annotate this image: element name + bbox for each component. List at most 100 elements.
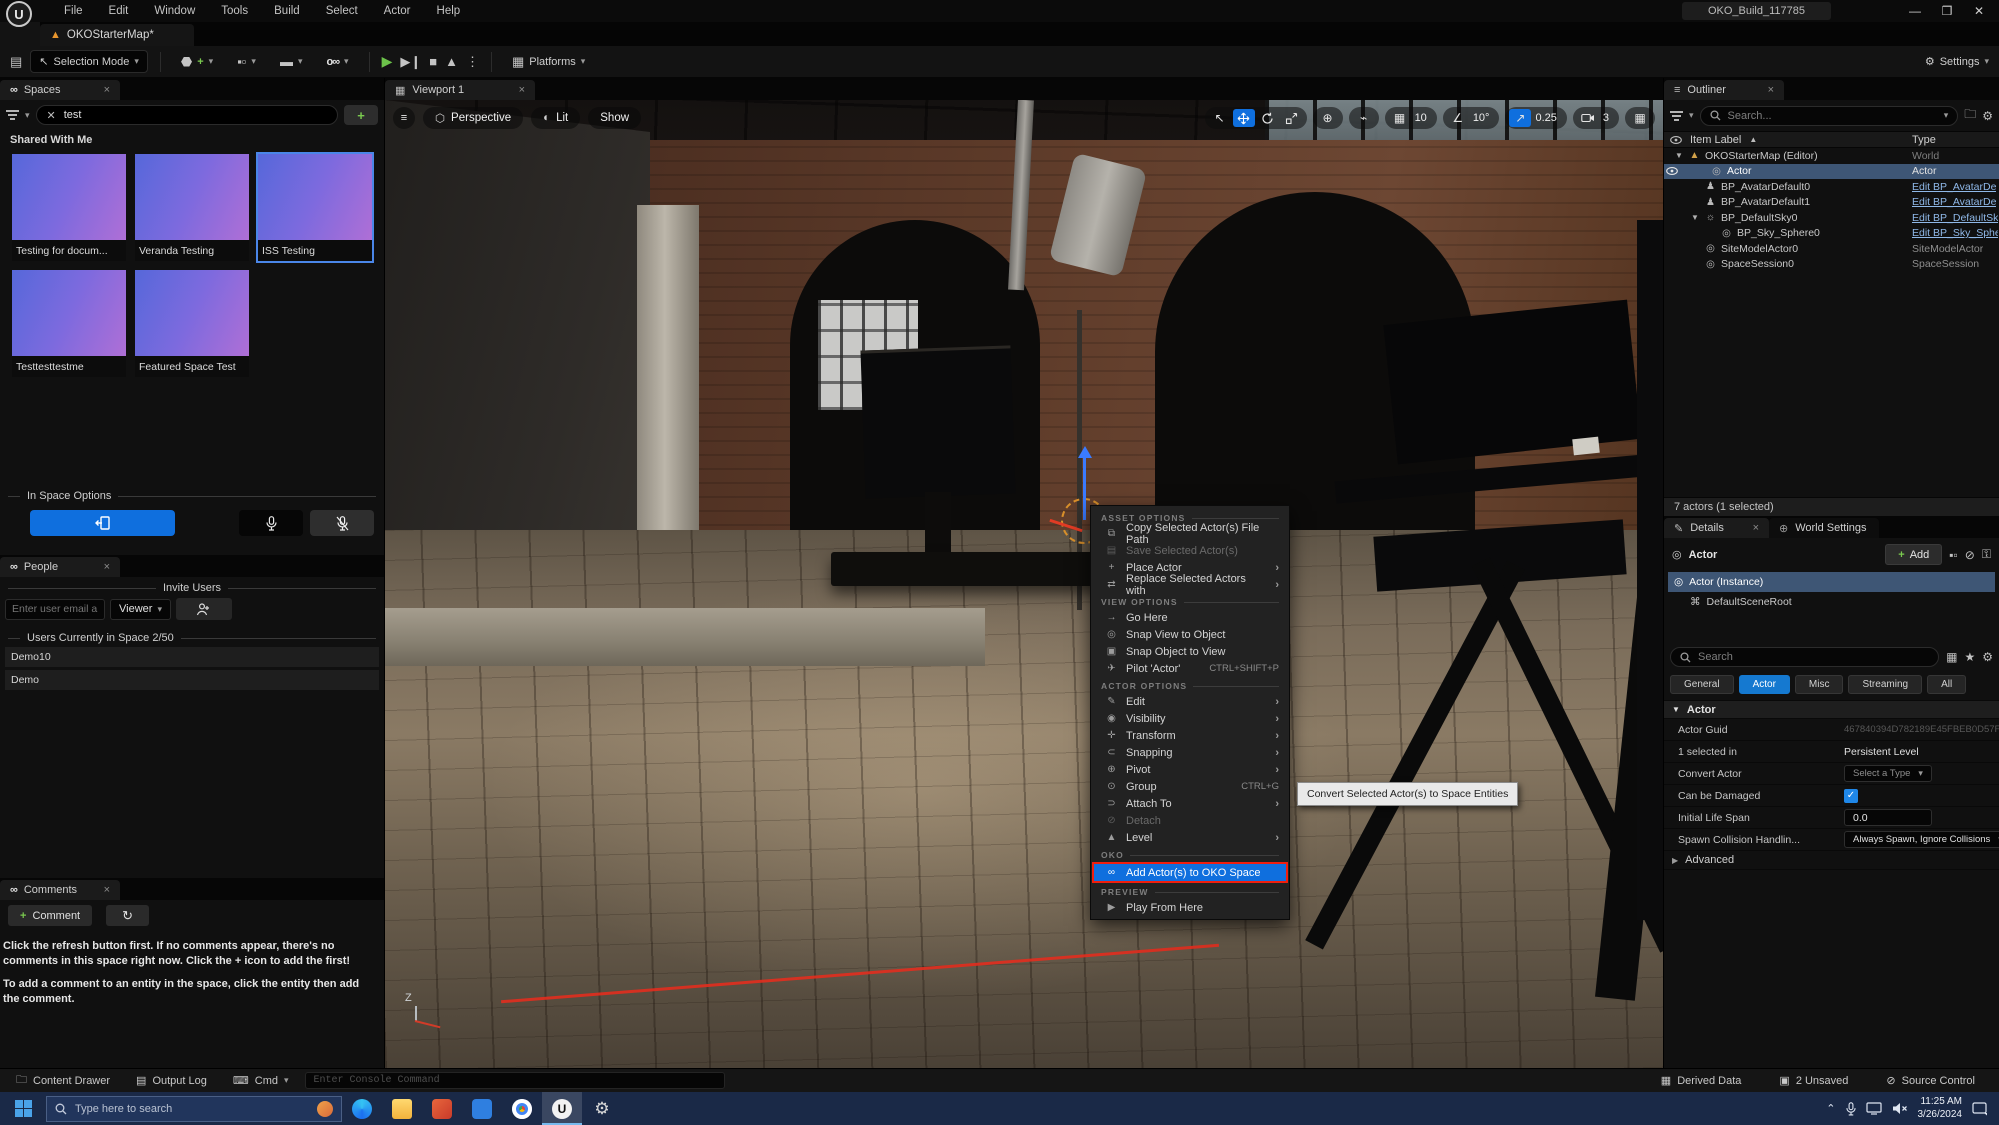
menu-item-level[interactable]: ▲Level› [1091,829,1289,846]
filter-misc[interactable]: Misc [1795,675,1844,694]
tray-expand-icon[interactable]: ⌃ [1826,1102,1835,1115]
filter-icon[interactable] [1670,109,1683,123]
taskbar-clock[interactable]: 11:25 AM 3/26/2024 [1918,1096,1963,1121]
taskbar-photos-icon[interactable] [422,1092,462,1125]
tray-volume-muted-icon[interactable] [1892,1102,1908,1115]
menu-file[interactable]: File [52,2,95,20]
initial-life-span-input[interactable]: 0.0 [1844,809,1932,826]
tab-viewport-1[interactable]: ▦ Viewport 1 × [385,80,535,100]
refresh-comments-button[interactable]: ↻ [106,905,149,926]
menu-actor[interactable]: Actor [372,2,423,20]
taskbar-file-explorer-icon[interactable] [382,1092,422,1125]
column-type[interactable]: Type [1912,134,1936,146]
spawn-collision-dropdown[interactable]: Always Spawn, Ignore Collisions ▾ [1844,831,1999,848]
rotation-snap-value[interactable]: 10° [1471,112,1496,124]
settings-dropdown[interactable]: ⚙ Settings ▾ [1925,55,1989,68]
menu-item-transform[interactable]: ✛Transform› [1091,727,1289,744]
menu-window[interactable]: Window [142,2,207,20]
selection-mode-dropdown[interactable]: ↖ Selection Mode ▾ [30,50,148,73]
tab-people[interactable]: ∞ People × [0,557,120,577]
leave-space-button[interactable] [30,510,175,536]
details-search-input[interactable]: Search [1670,647,1939,667]
maximize-viewport-toggle[interactable]: ▦ [1629,109,1651,127]
rotation-snap-toggle[interactable]: ∠ [1447,109,1469,127]
column-item-label[interactable]: Item Label [1690,134,1741,146]
menu-item-edit[interactable]: ✎Edit› [1091,693,1289,710]
select-tool[interactable]: ↖ [1209,109,1231,127]
outliner-row-skysphere[interactable]: ◎ BP_Sky_Sphere0 Edit BP_Sky_Sphe [1664,226,1999,242]
scale-tool[interactable] [1281,109,1303,127]
eye-icon[interactable] [1666,167,1678,175]
add-comment-button[interactable]: + Comment [8,905,92,926]
invite-email-field[interactable] [5,599,105,620]
output-log-button[interactable]: ▤ Output Log [126,1071,217,1090]
derived-data-button[interactable]: ▦ Derived Data [1651,1071,1752,1090]
new-folder-icon[interactable]: 🗀 [1964,105,1976,126]
maximize-button[interactable]: ❒ [1933,4,1961,18]
menu-help[interactable]: Help [425,2,473,20]
tab-details[interactable]: ✎ Details × [1664,518,1769,538]
gear-icon[interactable]: ⚙ [1982,109,1993,123]
menu-item-add-actor-to-oko-space[interactable]: ∞Add Actor(s) to OKO Space [1092,862,1288,883]
details-advanced-section[interactable]: ▶ Advanced [1664,851,1999,870]
add-component-button[interactable]: + Add [1885,544,1942,565]
grid-snap-value[interactable]: 10 [1413,112,1433,124]
menu-tools[interactable]: Tools [209,2,260,20]
outliner-row-avatar1[interactable]: ♟ BP_AvatarDefault1 Edit BP_AvatarDe [1664,195,1999,211]
details-section-actor[interactable]: ▼ Actor [1664,700,1999,719]
taskbar-edge-icon[interactable] [342,1092,382,1125]
space-card[interactable]: Testing for docum... [12,154,126,261]
chevron-down-icon[interactable]: ▾ [25,110,30,121]
surface-snap-toggle[interactable]: ⌁ [1353,109,1375,127]
close-button[interactable]: ✕ [1965,4,1993,18]
add-space-button[interactable]: + [344,105,378,125]
outliner-row-defaultsky[interactable]: ▼☼ BP_DefaultSky0 Edit BP_DefaultSk [1664,210,1999,226]
minimize-button[interactable]: — [1901,4,1929,18]
perspective-dropdown[interactable]: ⬡ Perspective [423,107,523,129]
platforms-dropdown[interactable]: ▦ Platforms ▾ [504,50,593,74]
actor-instance-row[interactable]: ◎ Actor (Instance) [1668,572,1995,592]
lit-dropdown[interactable]: ◐ Lit [531,107,580,129]
tray-mic-icon[interactable] [1846,1102,1856,1116]
rotate-tool[interactable] [1257,109,1279,127]
cinematics-dropdown[interactable]: ▬▾ [272,50,311,73]
filter-all[interactable]: All [1927,675,1966,694]
menu-build[interactable]: Build [262,2,312,20]
outliner-row-spacesession[interactable]: ◎ SpaceSession0 SpaceSession [1664,257,1999,273]
start-button[interactable] [0,1092,46,1125]
can-be-damaged-checkbox[interactable]: ✓ [1844,789,1858,803]
add-actor-dropdown[interactable]: ⬣+▾ [173,50,221,74]
move-tool[interactable] [1233,109,1255,127]
space-card-selected[interactable]: ISS Testing [258,154,372,261]
gizmo-z-axis[interactable] [1083,456,1086,520]
eject-button[interactable]: ▲ [445,54,458,69]
menu-item-replace-actors[interactable]: ⇄Replace Selected Actors with› [1091,576,1289,593]
scale-snap-toggle[interactable]: ↗ [1509,109,1531,127]
menu-item-go-here[interactable]: →Go Here [1091,609,1289,626]
grid-snap-toggle[interactable]: ▦ [1389,109,1411,127]
tab-spaces[interactable]: ∞ Spaces × [0,80,120,100]
taskbar-search-input[interactable]: Type here to search [46,1096,342,1122]
role-dropdown[interactable]: Viewer ▾ [110,599,171,620]
source-control-button[interactable]: ⊘ Source Control [1876,1071,1985,1090]
blueprints-dropdown[interactable]: ▪▫▾ [229,50,264,73]
close-icon[interactable]: × [104,884,110,896]
convert-actor-dropdown[interactable]: Select a Type ▾ [1844,765,1932,782]
space-card[interactable]: Testtesttestme [12,270,126,377]
filter-streaming[interactable]: Streaming [1848,675,1922,694]
menu-item-attach-to[interactable]: ⊃Attach To› [1091,795,1289,812]
menu-item-pivot[interactable]: ⊕Pivot› [1091,761,1289,778]
menu-item-snap-object-to-view[interactable]: ▣Snap Object to View [1091,643,1289,660]
camera-speed-value[interactable]: 3 [1601,112,1615,124]
menu-select[interactable]: Select [314,2,370,20]
clear-search-icon[interactable]: ✕ [47,109,56,122]
user-row[interactable]: Demo10 [5,647,379,667]
lock-icon[interactable]: ⚿ [1982,547,1991,562]
unsaved-button[interactable]: ▣ 2 Unsaved [1769,1071,1858,1090]
menu-item-visibility[interactable]: ◉Visibility› [1091,710,1289,727]
viewport-3d-scene[interactable]: Z ≡ ⬡ Perspective ◐ Lit Show [385,100,1663,1068]
outliner-row-actor-selected[interactable]: ◎ Actor Actor [1664,164,1999,180]
taskbar-chrome-icon[interactable] [502,1092,542,1125]
tab-world-settings[interactable]: ⊕ World Settings [1769,518,1879,538]
close-icon[interactable]: × [1753,522,1759,534]
